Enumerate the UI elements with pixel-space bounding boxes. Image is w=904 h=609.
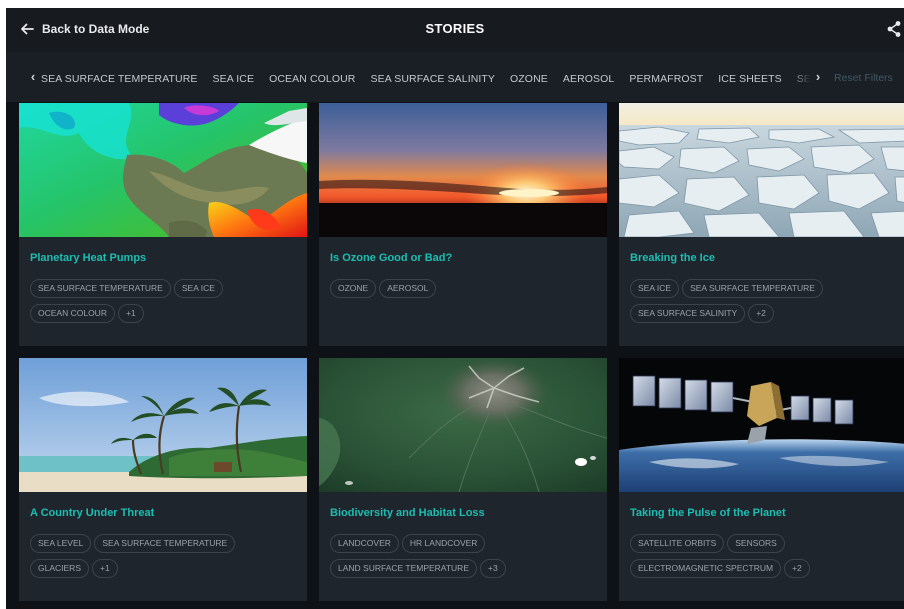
story-title: Taking the Pulse of the Planet	[630, 507, 786, 519]
tag-chip[interactable]: OCEAN COLOUR	[30, 304, 115, 323]
filter-bar: ‹ SEA SURFACE TEMPERATURE SEA ICE OCEAN CO…	[6, 52, 904, 102]
tag-chip[interactable]: ELECTROMAGNETIC SPECTRUM	[630, 559, 782, 578]
tag-chip[interactable]: SEA SURFACE SALINITY	[630, 304, 746, 323]
filter-list: SEA SURFACE TEMPERATURE SEA ICE OCEAN COLO…	[41, 69, 811, 87]
more-tags-chip[interactable]: +3	[480, 559, 506, 578]
story-tags: SEA SURFACE TEMPERATURE SEA ICE OCEAN COLO…	[30, 279, 300, 329]
filter-permafrost[interactable]: PERMAFROST	[629, 70, 703, 87]
back-button-label: Back to Data Mode	[42, 22, 150, 36]
story-card-is-ozone-good-or-bad[interactable]: Is Ozone Good or Bad? OZONE AEROSOL	[319, 103, 607, 346]
story-card-taking-the-pulse-of-the-planet[interactable]: Taking the Pulse of the Planet SATELLITE…	[619, 358, 904, 601]
filter-aerosol[interactable]: AEROSOL	[563, 70, 614, 87]
story-title: Planetary Heat Pumps	[30, 252, 147, 264]
tag-chip[interactable]: SATELLITE ORBITS	[630, 534, 725, 553]
story-thumbnail-sea-surface-temperature-map	[19, 103, 307, 237]
more-tags-chip[interactable]: +2	[784, 559, 810, 578]
story-thumbnail-forest-volcano-aerial	[319, 358, 607, 492]
more-tags-chip[interactable]: +1	[117, 304, 144, 323]
filter-sea-ice[interactable]: SEA ICE	[213, 70, 255, 87]
chevron-left-icon[interactable]: ‹	[26, 68, 40, 86]
story-card-biodiversity-and-habitat-loss[interactable]: Biodiversity and Habitat Loss LANDCOVER H…	[319, 358, 607, 601]
filter-sea-surface-temperature[interactable]: SEA SURFACE TEMPERATURE	[41, 70, 198, 87]
more-tags-chip[interactable]: +2	[748, 304, 774, 323]
stories-app: Back to Data Mode STORIES ‹ SEA SURFACE …	[6, 8, 904, 609]
filter-ocean-colour[interactable]: OCEAN COLOUR	[269, 70, 355, 87]
filter-ice-sheets[interactable]: ICE SHEETS	[718, 70, 781, 87]
story-title: A Country Under Threat	[30, 507, 155, 519]
story-tags: SEA ICE SEA SURFACE TEMPERATURE SEA SURFAC…	[630, 279, 900, 329]
filter-ozone[interactable]: OZONE	[510, 70, 548, 87]
filter-sea-level[interactable]: SEA LEVEL	[797, 70, 811, 87]
tag-chip[interactable]: SEA ICE	[630, 279, 680, 298]
story-card-a-country-under-threat[interactable]: A Country Under Threat SEA LEVEL SEA SURF…	[19, 358, 307, 601]
tag-chip[interactable]: SEA ICE	[173, 279, 223, 298]
story-card-breaking-the-ice[interactable]: Breaking the Ice SEA ICE SEA SURFACE TEMP…	[619, 103, 904, 346]
story-tags: SATELLITE ORBITS SENSORS ELECTROMAGNETIC S…	[630, 534, 900, 584]
story-tags: SEA LEVEL SEA SURFACE TEMPERATURE GLACIERS…	[30, 534, 300, 584]
tag-chip[interactable]: SEA LEVEL	[30, 534, 92, 553]
story-tags: LANDCOVER HR LANDCOVER LAND SURFACE TEMPER…	[330, 534, 600, 584]
story-title: Breaking the Ice	[630, 252, 715, 264]
tag-chip[interactable]: SEA SURFACE TEMPERATURE	[30, 279, 171, 298]
tag-chip[interactable]: SEA SURFACE TEMPERATURE	[682, 279, 823, 298]
tag-chip[interactable]: HR LANDCOVER	[401, 534, 486, 553]
tag-chip[interactable]: SEA SURFACE TEMPERATURE	[94, 534, 236, 553]
more-tags-chip[interactable]: +1	[92, 559, 118, 578]
tag-chip[interactable]: AEROSOL	[379, 279, 437, 298]
story-tags: OZONE AEROSOL	[330, 279, 600, 304]
filter-sea-surface-salinity[interactable]: SEA SURFACE SALINITY	[370, 70, 495, 87]
tag-chip[interactable]: LAND SURFACE TEMPERATURE	[330, 559, 477, 578]
chevron-right-icon[interactable]: ›	[811, 68, 825, 86]
tag-chip[interactable]: LANDCOVER	[330, 534, 399, 553]
story-card-planetary-heat-pumps[interactable]: Planetary Heat Pumps SEA SURFACE TEMPERA…	[19, 103, 307, 346]
share-icon[interactable]	[886, 20, 902, 38]
tag-chip[interactable]: GLACIERS	[30, 559, 89, 578]
tag-chip[interactable]: SENSORS	[727, 534, 785, 553]
story-thumbnail-satellite-orbiting-earth	[619, 358, 904, 492]
story-thumbnail-sea-ice-floes	[619, 103, 904, 237]
arrow-left-icon	[21, 23, 34, 35]
story-title: Is Ozone Good or Bad?	[330, 252, 453, 264]
back-to-data-mode-button[interactable]: Back to Data Mode	[19, 19, 149, 39]
tag-chip[interactable]: OZONE	[330, 279, 377, 298]
story-thumbnail-tropical-island-beach	[19, 358, 307, 492]
story-title: Biodiversity and Habitat Loss	[330, 507, 485, 519]
top-bar: Back to Data Mode STORIES	[6, 8, 904, 52]
story-thumbnail-sunset-above-clouds	[319, 103, 607, 237]
reset-filters-link[interactable]: Reset Filters	[834, 69, 893, 87]
